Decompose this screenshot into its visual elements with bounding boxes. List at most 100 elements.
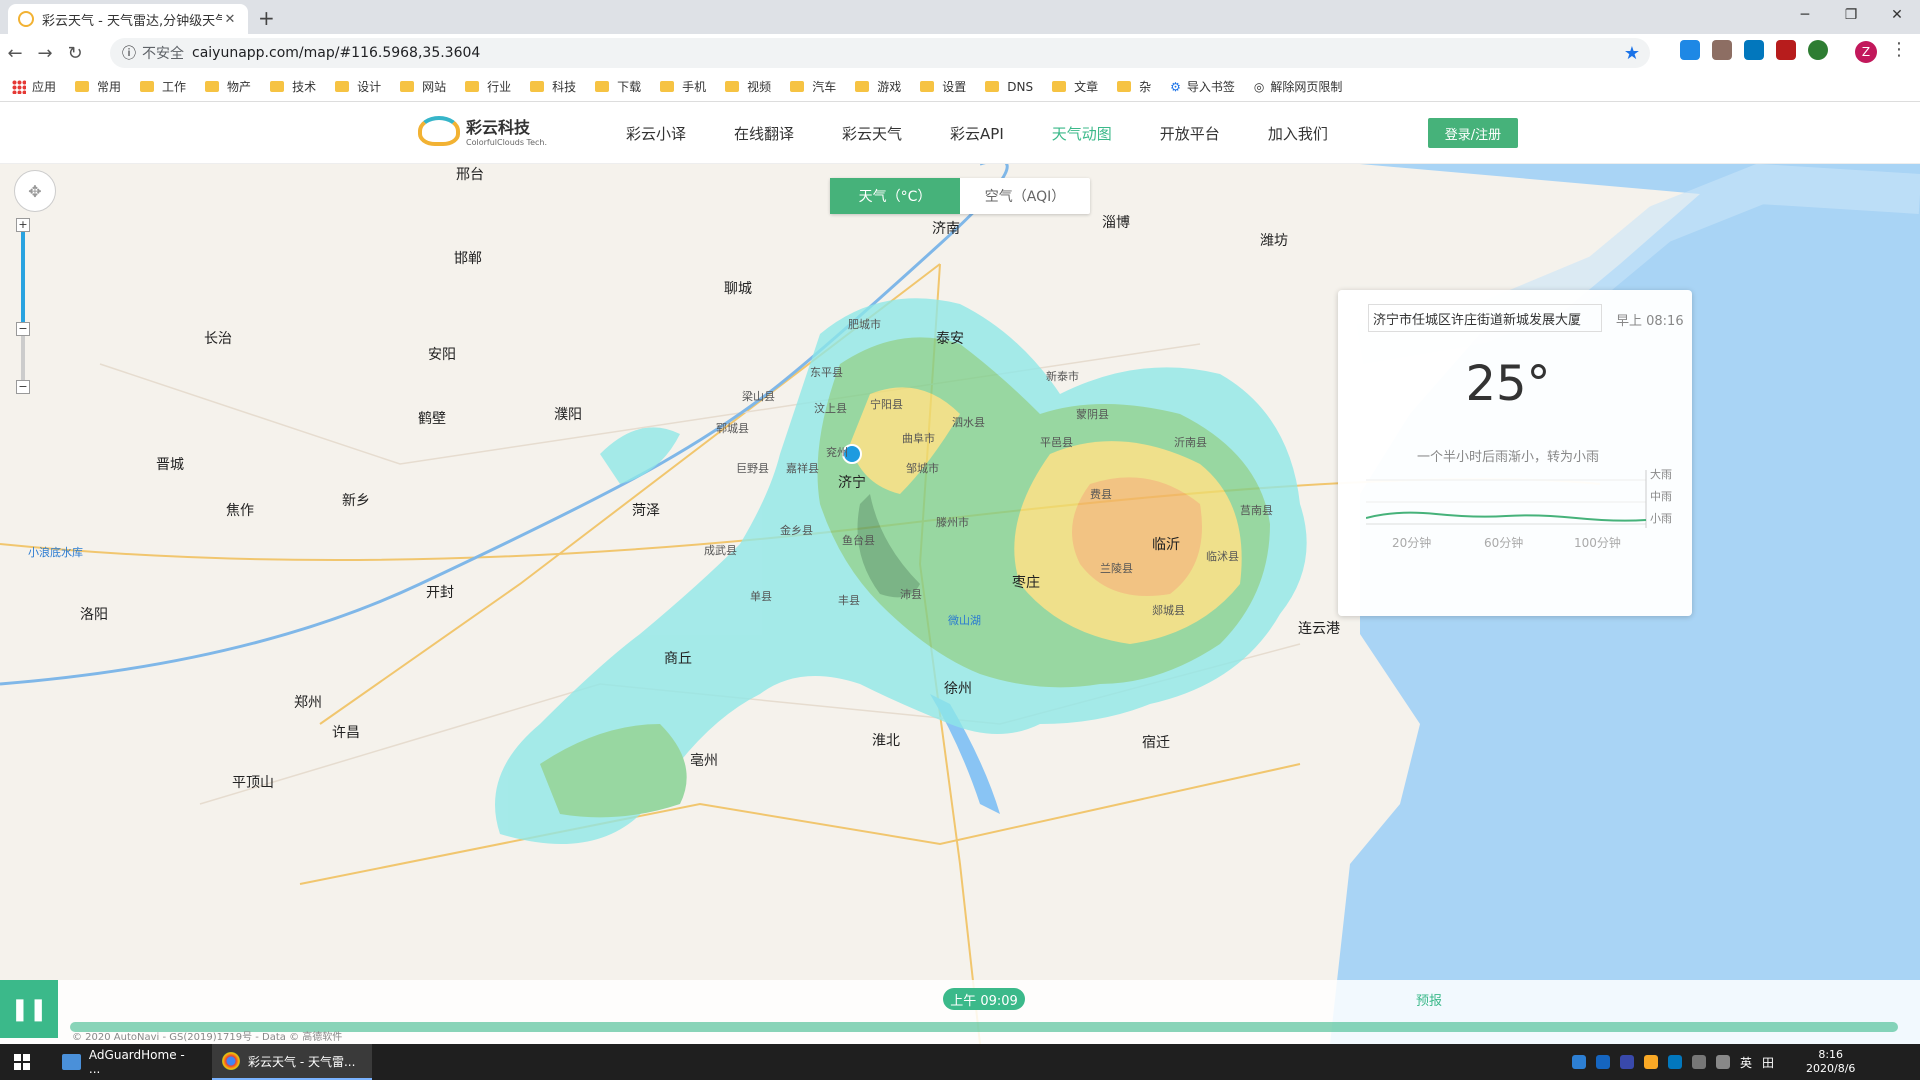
bookmark-label: 导入书签 [1186, 80, 1235, 94]
bookmark-label: 工作 [162, 80, 187, 94]
new-tab-button[interactable]: + [258, 6, 275, 30]
close-window-button[interactable]: ✕ [1874, 0, 1920, 30]
bookmark-star-icon[interactable]: ★ [1624, 43, 1640, 64]
folder-icon [140, 81, 155, 92]
ime-mode-icon[interactable]: 田 [1762, 1054, 1774, 1071]
nav-item[interactable]: 彩云小译 [626, 123, 686, 144]
tray-app-icon[interactable] [1620, 1055, 1634, 1069]
zoom-slider[interactable]: + − − [16, 218, 30, 418]
forward-button[interactable]: → [30, 43, 60, 64]
zoom-in-button[interactable]: + [16, 218, 30, 232]
bookmark-folder[interactable]: 网站 [400, 78, 446, 95]
place-label: 开封 [426, 585, 454, 601]
minimize-button[interactable]: ─ [1782, 0, 1828, 30]
bookmark-apps[interactable]: 应用 [12, 78, 56, 95]
update-time: 早上 08:16 [1616, 314, 1684, 329]
place-label: 梁山县 [742, 390, 775, 403]
cloud-logo-icon [418, 115, 460, 146]
reload-button[interactable]: ↻ [60, 43, 90, 64]
system-clock[interactable]: 8:16 2020/8/6 [1806, 1048, 1855, 1076]
place-label: 郑州 [294, 695, 322, 711]
bookmark-folder[interactable]: 科技 [530, 78, 576, 95]
nav-item[interactable]: 开放平台 [1160, 123, 1220, 144]
bookmark-unlock[interactable]: ◎ 解除网页限制 [1254, 78, 1343, 95]
folder-icon [1052, 81, 1067, 92]
compass-icon[interactable]: ✥ [14, 170, 56, 212]
bookmark-folder[interactable]: 游戏 [855, 78, 901, 95]
tray-shield-icon[interactable] [1644, 1055, 1658, 1069]
extension-image-icon[interactable] [1712, 40, 1732, 60]
bookmark-folder[interactable]: 设计 [335, 78, 381, 95]
tray-app-icon[interactable] [1572, 1055, 1586, 1069]
place-label: 沂南县 [1174, 436, 1207, 449]
bookmark-label: 汽车 [812, 80, 837, 94]
nav-item[interactable]: 彩云天气 [842, 123, 902, 144]
nav-item[interactable]: 加入我们 [1268, 123, 1328, 144]
zoom-handle[interactable]: − [16, 322, 30, 336]
folder-icon [270, 81, 285, 92]
maximize-button[interactable]: ❐ [1828, 0, 1874, 30]
close-tab-icon[interactable]: ✕ [222, 12, 238, 27]
bookmark-label: 物产 [227, 80, 252, 94]
bookmark-folder[interactable]: 常用 [75, 78, 121, 95]
nav-item[interactable]: 彩云API [950, 123, 1004, 144]
folder-icon [400, 81, 415, 92]
windows-start-icon[interactable] [14, 1054, 30, 1070]
radar-timeline: ❚❚ 上午 09:09 预报 © 2020 AutoNavi - GS(2019… [0, 980, 1920, 1044]
ime-indicator[interactable]: 英 [1740, 1054, 1752, 1071]
bookmark-folder[interactable]: 视频 [725, 78, 771, 95]
bookmark-folder[interactable]: 下载 [595, 78, 641, 95]
zoom-control: ✥ [14, 170, 56, 212]
zoom-out-button[interactable]: − [16, 380, 30, 394]
back-button[interactable]: ← [0, 43, 30, 64]
lake-label: 微山湖 [948, 614, 981, 627]
info-icon[interactable]: ⓘ [122, 43, 136, 63]
bookmark-folder[interactable]: 行业 [465, 78, 511, 95]
extension-screen-icon[interactable] [1744, 40, 1764, 60]
pause-button[interactable]: ❚❚ [0, 980, 58, 1038]
bookmark-folder[interactable]: 物产 [205, 78, 251, 95]
folder-icon [75, 81, 90, 92]
timeline-current-time[interactable]: 上午 09:09 [943, 988, 1025, 1010]
place-label: 曲阜市 [902, 432, 935, 445]
place-label: 商丘 [664, 651, 692, 667]
forecast-label: 预报 [1416, 994, 1443, 1009]
location-input[interactable]: 济宁市任城区许庄街道新城发展大厦 [1368, 304, 1602, 332]
taskbar-item-adguard[interactable]: AdGuardHome - ... [52, 1044, 204, 1080]
extension-shield-icon[interactable] [1776, 40, 1796, 60]
weather-map[interactable]: 济南 郑州 济宁 泰安 临沂 枣庄 徐州 商丘 菏泽 聊城 邯郸 淄博 潍坊 连… [0, 164, 1920, 1044]
browser-tab[interactable]: 彩云天气 - 天气雷达,分钟级天气 ✕ [8, 4, 248, 34]
app-window-icon [62, 1054, 81, 1070]
place-label: 鱼台县 [842, 534, 875, 547]
volume-icon[interactable] [1716, 1055, 1730, 1069]
bookmark-import[interactable]: ⚙ 导入书签 [1170, 78, 1235, 95]
extension-on-icon[interactable] [1680, 40, 1700, 60]
url-text[interactable]: caiyunapp.com/map/#116.5968,35.3604 [192, 45, 480, 61]
bookmark-folder[interactable]: 手机 [660, 78, 706, 95]
login-button[interactable]: 登录/注册 [1428, 118, 1518, 148]
network-icon[interactable] [1692, 1055, 1706, 1069]
tray-app-icon[interactable] [1596, 1055, 1610, 1069]
profile-avatar[interactable]: Z [1855, 41, 1877, 63]
bookmark-folder[interactable]: 设置 [920, 78, 966, 95]
bookmark-folder[interactable]: 技术 [270, 78, 316, 95]
place-label: 枣庄 [1012, 575, 1040, 591]
bookmark-folder[interactable]: DNS [985, 80, 1033, 94]
weather-toggle-button[interactable]: 天气（°C） [830, 178, 960, 214]
timeline-track[interactable] [70, 1022, 1898, 1032]
bookmark-folder[interactable]: 汽车 [790, 78, 836, 95]
x-tick: 60分钟 [1484, 536, 1524, 550]
browser-menu-icon[interactable]: ⋮ [1890, 39, 1908, 60]
bluetooth-icon[interactable] [1668, 1055, 1682, 1069]
bookmark-folder[interactable]: 杂 [1117, 78, 1151, 95]
taskbar-item-chrome[interactable]: 彩云天气 - 天气雷... [212, 1044, 372, 1080]
place-label: 长治 [204, 331, 232, 347]
address-bar[interactable]: ⓘ 不安全 caiyunapp.com/map/#116.5968,35.360… [110, 38, 1650, 68]
nav-item[interactable]: 在线翻译 [734, 123, 794, 144]
extension-n-icon[interactable] [1808, 40, 1828, 60]
air-toggle-button[interactable]: 空气（AQI） [960, 178, 1090, 214]
nav-item-active[interactable]: 天气动图 [1052, 123, 1112, 144]
site-logo[interactable]: 彩云科技 ColorfulClouds Tech. [418, 114, 547, 147]
bookmark-folder[interactable]: 文章 [1052, 78, 1098, 95]
bookmark-folder[interactable]: 工作 [140, 78, 186, 95]
